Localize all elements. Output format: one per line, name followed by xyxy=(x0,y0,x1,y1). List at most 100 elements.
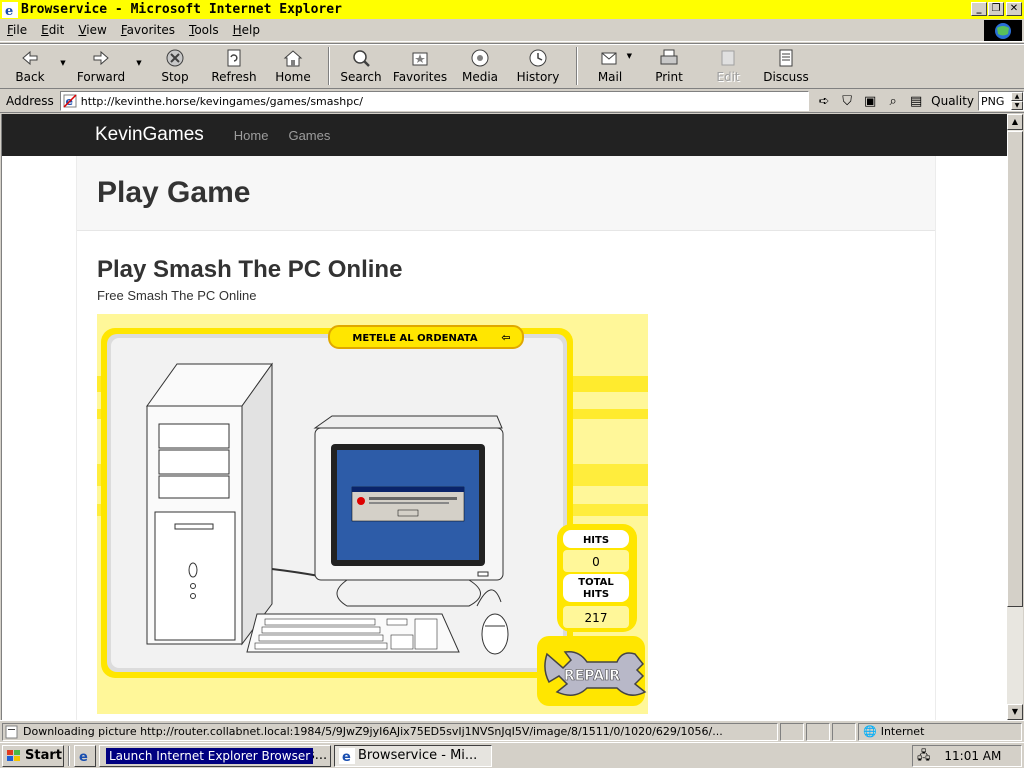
svg-text:e: e xyxy=(5,4,13,18)
media-button[interactable]: Media xyxy=(454,44,506,88)
hits-value: 0 xyxy=(592,555,600,569)
media-icon xyxy=(471,49,489,67)
edit-icon xyxy=(721,50,735,66)
edit-button: Edit xyxy=(702,44,754,88)
start-button[interactable]: Start xyxy=(2,744,64,767)
vertical-scrollbar[interactable]: ▲ ▼ xyxy=(1007,114,1023,720)
game-subheading: Free Smash The PC Online xyxy=(97,288,257,303)
forward-button[interactable]: Forward xyxy=(70,44,132,88)
repair-label: REPAIR xyxy=(564,668,620,684)
back-arrow-icon xyxy=(22,50,38,66)
browser-viewport[interactable]: KevinGames Home Games Play Game Play Sma… xyxy=(1,114,1007,720)
printer-icon xyxy=(660,49,678,65)
game-heading: Play Smash The PC Online xyxy=(97,256,403,283)
menu-view[interactable]: View xyxy=(71,23,113,37)
address-input[interactable]: e http://kevinthe.horse/kevingames/games… xyxy=(59,91,810,111)
windows-logo-icon xyxy=(984,20,1022,41)
windows-flag-icon xyxy=(7,749,20,761)
globe-icon: 🌐 xyxy=(863,725,877,738)
clock: 11:01 AM xyxy=(944,749,1002,763)
status-bar: Downloading picture http://router.collab… xyxy=(0,720,1024,742)
scroll-thumb[interactable] xyxy=(1007,131,1023,607)
quicklaunch-ie-icon[interactable]: e xyxy=(74,744,96,767)
save-image-icon[interactable]: ▣ xyxy=(861,92,879,110)
search-icon xyxy=(353,50,370,67)
system-tray: 🖧 11:01 AM xyxy=(912,745,1022,767)
svg-text:e: e xyxy=(79,750,88,764)
ie-icon: e xyxy=(2,1,18,18)
refresh-icon xyxy=(227,49,241,67)
mail-icon xyxy=(601,52,617,65)
find-icon[interactable]: ⌕ xyxy=(884,92,902,110)
network-icon[interactable]: 🖧 xyxy=(917,746,930,767)
address-label: Address xyxy=(6,94,54,108)
menu-edit[interactable]: Edit xyxy=(34,23,71,37)
back-dropdown[interactable]: ▼ xyxy=(56,44,70,88)
window-title: Browservice - Microsoft Internet Explore… xyxy=(21,2,342,17)
restore-button[interactable]: ❐ xyxy=(988,2,1004,16)
status-cell xyxy=(806,722,830,741)
toolbar-separator xyxy=(328,47,330,85)
title-bar: e Browservice - Microsoft Internet Explo… xyxy=(0,0,1024,19)
repair-wrench-icon: REPAIR xyxy=(537,636,647,706)
nav-home[interactable]: Home xyxy=(234,128,269,143)
history-button[interactable]: History xyxy=(506,44,570,88)
page-icon: e xyxy=(63,94,77,108)
back-button[interactable]: Back xyxy=(4,44,56,88)
standard-toolbar: Back ▼ Forward ▼ Stop Refresh Home Searc… xyxy=(0,43,1024,89)
forward-arrow-icon xyxy=(93,50,109,66)
site-navbar: KevinGames Home Games xyxy=(2,114,1007,156)
smash-pc-game-art: METELE AL ORDENATA ⇦ HITS 0 TOTAL HITS 2… xyxy=(97,314,648,714)
history-icon xyxy=(529,49,547,67)
discuss-icon xyxy=(779,49,793,67)
forward-dropdown[interactable]: ▼ xyxy=(132,44,146,88)
go-arrow-icon[interactable]: ➪ xyxy=(815,92,833,110)
game-canvas[interactable]: METELE AL ORDENATA ⇦ HITS 0 TOTAL HITS 2… xyxy=(97,314,648,714)
refresh-button[interactable]: Refresh xyxy=(204,44,264,88)
scroll-up-arrow[interactable]: ▲ xyxy=(1007,114,1023,130)
page-container: Play Game Play Smash The PC Online Free … xyxy=(76,156,936,720)
mail-button[interactable]: Mail ▼ xyxy=(584,44,636,88)
svg-text:e: e xyxy=(342,750,351,764)
nav-games[interactable]: Games xyxy=(288,128,330,143)
hits-label: HITS xyxy=(583,535,609,546)
status-text-panel: Downloading picture http://router.collab… xyxy=(2,722,778,741)
address-bar: Address e http://kevinthe.horse/kevingam… xyxy=(0,90,1024,113)
clipboard-icon[interactable]: ▤ xyxy=(907,92,925,110)
quicklaunch-separator xyxy=(68,745,70,766)
search-button[interactable]: Search xyxy=(336,44,386,88)
scroll-down-arrow[interactable]: ▼ xyxy=(1007,704,1023,720)
taskbar-item-browservice[interactable]: e Browservice - Mi... xyxy=(334,744,492,767)
home-button[interactable]: Home xyxy=(264,44,322,88)
discuss-button[interactable]: Discuss xyxy=(754,44,818,88)
game-banner: METELE AL ORDENATA xyxy=(352,333,477,344)
print-button[interactable]: Print xyxy=(636,44,702,88)
favorites-icon xyxy=(412,52,428,66)
stop-icon xyxy=(166,49,184,67)
menu-bar: File Edit View Favorites Tools Help xyxy=(0,19,1024,42)
total-hits-label-2: HITS xyxy=(583,589,609,600)
bookmark-icon[interactable]: ⛉ xyxy=(838,92,856,110)
menu-help[interactable]: Help xyxy=(226,23,267,37)
site-brand[interactable]: KevinGames xyxy=(95,124,204,146)
menu-favorites[interactable]: Favorites xyxy=(114,23,182,37)
stop-button[interactable]: Stop xyxy=(146,44,204,88)
minimize-button[interactable]: _ xyxy=(971,2,987,16)
total-hits-value: 217 xyxy=(585,611,608,625)
favorites-button[interactable]: Favorites xyxy=(386,44,454,88)
toolbar-separator xyxy=(576,47,578,85)
home-icon xyxy=(283,50,303,67)
menu-file[interactable]: File xyxy=(0,23,34,37)
security-zone: 🌐 Internet xyxy=(858,722,1022,741)
status-text: Downloading picture http://router.collab… xyxy=(23,725,723,738)
menu-tools[interactable]: Tools xyxy=(182,23,226,37)
quality-spinner[interactable]: ▲ ▼ xyxy=(1011,92,1023,110)
ie-icon: e xyxy=(339,747,355,764)
close-button[interactable]: ✕ xyxy=(1006,2,1022,16)
taskbar-tooltip: Launch Internet Explorer Browser xyxy=(106,748,314,764)
quality-select[interactable]: PNG ▲ ▼ xyxy=(978,91,1024,111)
status-cell xyxy=(780,722,804,741)
quality-label: Quality xyxy=(931,94,975,108)
page-loading-icon xyxy=(5,725,18,738)
status-cell xyxy=(832,722,856,741)
